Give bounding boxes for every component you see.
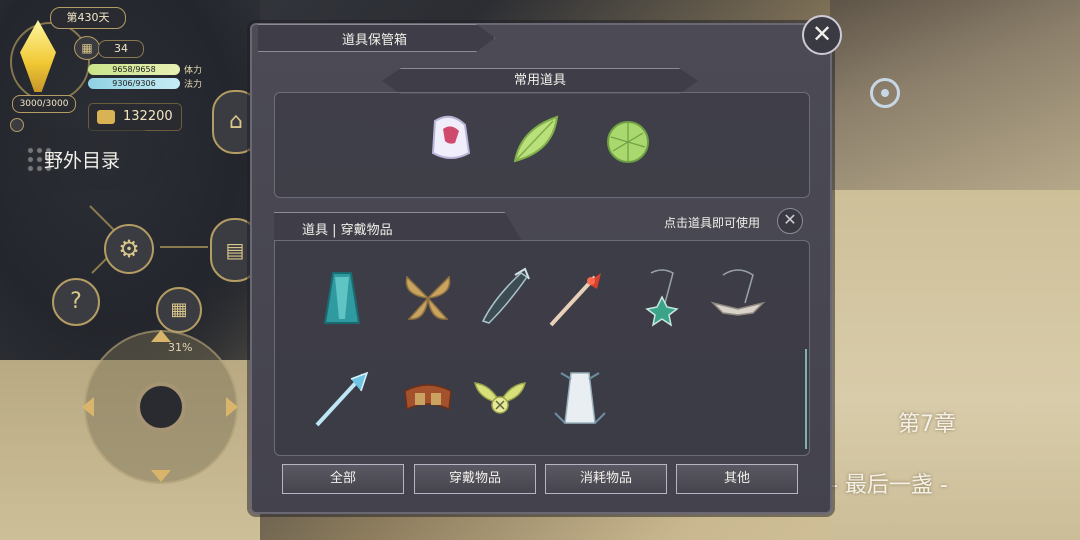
gear-items-tab[interactable]: 道具 | 穿戴物品 <box>274 212 522 241</box>
day-counter: 第430天 <box>50 7 126 29</box>
mana-value: 9306/9306 <box>112 79 156 88</box>
home-icon: ⌂ <box>229 109 243 134</box>
modal-title: 道具保管箱 <box>342 33 408 48</box>
hp-text: 3000/3000 <box>12 95 76 113</box>
tab-wearables[interactable]: 穿戴物品 <box>414 464 536 494</box>
gold-display: 132200 <box>88 103 182 131</box>
calendar-button[interactable]: ▦ <box>156 287 202 333</box>
arrow-right-icon <box>226 397 238 417</box>
fairy-wings-icon[interactable] <box>471 371 529 429</box>
wild-catalog-button[interactable]: 野外目录 <box>14 128 164 190</box>
settings-button[interactable]: ⚙ <box>104 224 154 274</box>
close-button[interactable]: ✕ <box>802 15 842 55</box>
book-icon: ▤ <box>225 238 245 262</box>
tab-others[interactable]: 其他 <box>676 464 798 494</box>
usage-hint: 点击道具即可使用 <box>664 216 761 230</box>
modal-title-tab: 道具保管箱 <box>258 24 495 52</box>
common-items-header: 常用道具 <box>382 68 698 94</box>
small-dot-icon <box>10 118 24 132</box>
wing-necklace-icon[interactable] <box>709 269 767 327</box>
scrollbar[interactable] <box>805 349 807 449</box>
stamina-value: 9658/9658 <box>112 65 156 74</box>
gear-items-panel <box>274 240 810 456</box>
hood-icon[interactable] <box>421 109 479 167</box>
help-button[interactable]: ? <box>52 278 100 326</box>
common-items-label: 常用道具 <box>513 73 566 88</box>
joystick-percent: 31% <box>168 341 193 354</box>
gold-icon <box>97 109 115 124</box>
arrow-left-icon <box>82 397 94 417</box>
hint-close-icon[interactable]: ✕ <box>777 208 803 234</box>
eye-icon[interactable] <box>870 78 900 108</box>
round-leaf-icon[interactable] <box>599 113 657 171</box>
tab-all[interactable]: 全部 <box>282 464 404 494</box>
movement-joystick[interactable] <box>82 330 238 484</box>
gold-amount: 132200 <box>123 109 173 124</box>
close-icon: ✕ <box>811 20 833 48</box>
rock-background <box>830 0 1080 190</box>
teal-cloak-icon[interactable] <box>313 269 371 327</box>
gear-icon: ⚙ <box>118 235 140 263</box>
calendar-icon: ▦ <box>170 299 188 320</box>
common-items-panel <box>274 92 810 198</box>
calendar-count: 34 <box>98 40 144 58</box>
mana-bar: 9306/9306 <box>88 78 180 89</box>
stamina-label: 体力 <box>184 66 203 76</box>
white-dress-icon[interactable] <box>551 369 609 427</box>
chapter-title: 第7章 <box>898 412 956 437</box>
mana-label: 法力 <box>184 80 203 90</box>
green-leaf-icon[interactable] <box>507 111 565 169</box>
stamina-bar: 9658/9658 <box>88 64 180 75</box>
leaf-wings-icon[interactable] <box>399 269 457 327</box>
question-icon: ? <box>70 289 82 314</box>
calendar-icon: ▦ <box>74 36 100 60</box>
chapter-subtitle: - 最后一盏 - <box>830 473 948 498</box>
dark-blade-icon[interactable] <box>475 267 533 325</box>
wild-catalog-label: 野外目录 <box>44 150 121 172</box>
joystick-knob[interactable] <box>136 382 186 432</box>
star-pendant-icon[interactable] <box>633 269 691 327</box>
gear-items-label: 道具 | 穿戴物品 <box>302 223 393 238</box>
ice-sword-icon[interactable] <box>313 369 371 427</box>
belt-pouch-icon[interactable] <box>399 371 457 429</box>
flame-sword-icon[interactable] <box>547 269 605 327</box>
item-storage-modal: 道具保管箱 常用道具 道具 | 穿戴物品 点击道具即可使用 ✕ 全部 穿戴物品 … <box>250 23 832 514</box>
tab-consumables[interactable]: 消耗物品 <box>545 464 667 494</box>
arrow-down-icon <box>151 470 171 482</box>
connector-line <box>160 246 208 248</box>
